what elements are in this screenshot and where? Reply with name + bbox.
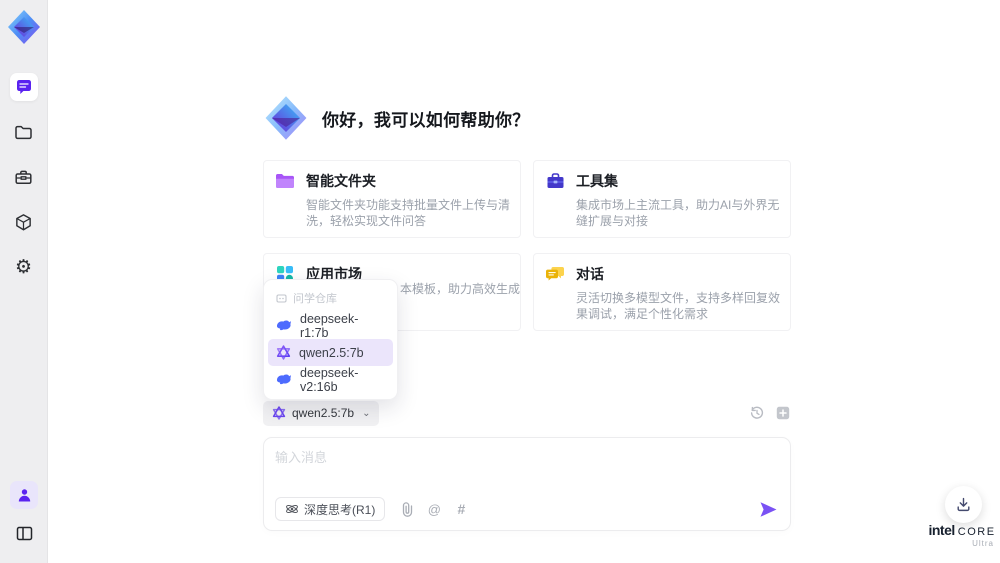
greeting-logo-icon [265,96,307,140]
card-desc: 集成市场上主流工具，助力AI与外界无缝扩展与对接 [576,198,780,228]
sidebar-item-models[interactable] [10,208,38,236]
panel-toggle-icon [16,526,32,540]
chat-input-box: 深度思考(R1) @ # [263,437,791,531]
qwen-icon [276,345,291,360]
app-window: { "sidebar": { "items": [ { "icon": "cha… [0,0,1000,563]
toolset-icon [544,170,566,192]
at-icon[interactable]: @ [426,501,442,517]
deep-think-icon [286,504,298,514]
card-desc: 灵活切换多模型文件，支持多样回复效果调试，满足个性化需求 [576,291,781,321]
chat-icon [16,80,31,94]
chevron-down-icon: ⌄ [362,407,371,419]
model-dropdown-header-label: 问学仓库 [293,293,337,305]
greeting-title: 你好，我可以如何帮助你？ [322,110,530,130]
cube-icon [16,213,31,230]
model-dropdown-header: 问学仓库 [268,286,393,312]
new-chat-icon[interactable] [774,405,791,422]
download-button[interactable] [945,486,982,523]
user-icon [18,488,30,501]
intel-core-badge: intel CORE Ultra [928,522,996,548]
sidebar-item-toolbox[interactable] [10,163,38,191]
card-title: 智能文件夹 [306,173,376,189]
main-content: 你好，我可以如何帮助你？ 智能文件夹 智能文件夹功能支持批量文件上传与清洗，轻松… [263,0,791,563]
model-option-deepseek-r1[interactable]: deepseek-r1:7b [268,311,393,340]
card-smart-folder[interactable]: 智能文件夹 智能文件夹功能支持批量文件上传与清洗，轻松实现文件问答 [263,160,521,238]
download-icon [957,497,970,512]
folder-icon [15,125,32,139]
sidebar: ⚙ [0,0,48,563]
settings-gear-icon: ⚙ [14,255,33,278]
deep-think-label: 深度思考(R1) [304,502,376,517]
deep-think-toggle[interactable]: 深度思考(R1) [275,497,386,521]
repo-icon [276,293,287,303]
sidebar-nav: ⚙ [9,73,38,281]
card-title: 工具集 [576,173,618,189]
card-desc: 智能文件夹功能支持批量文件上传与清洗，轻松实现文件问答 [306,198,511,228]
card-toolset[interactable]: 工具集 集成市场上主流工具，助力AI与外界无缝扩展与对接 [533,160,791,238]
model-selector-button[interactable]: qwen2.5:7b ⌄ [263,400,380,426]
dialog-icon [544,263,566,285]
card-dialog[interactable]: 对话 灵活切换多模型文件，支持多样回复效果调试，满足个性化需求 [533,253,791,331]
deepseek-whale-icon [276,320,291,331]
model-option-qwen[interactable]: qwen2.5:7b [268,339,393,366]
sidebar-item-chat[interactable] [9,73,38,101]
sidebar-bottom [0,481,48,547]
model-option-label: qwen2.5:7b [299,345,364,360]
sidebar-item-settings[interactable]: ⚙ [10,253,38,281]
toolbox-icon [15,170,32,184]
qwen-icon [272,406,286,420]
card-title: 对话 [576,266,604,282]
smart-folder-icon [274,170,296,192]
attachment-icon[interactable] [399,501,415,517]
intel-logo-text: intel [928,522,955,538]
model-option-label: deepseek-v2:16b [300,365,359,394]
sidebar-item-collapse[interactable] [10,519,38,547]
deepseek-whale-icon [276,374,291,385]
card-desc-visible-fragment: 本模板，助力高效生成多 [400,282,521,296]
intel-tier-text: Ultra [972,539,994,548]
sidebar-item-folders[interactable] [10,118,38,146]
greeting: 你好，我可以如何帮助你？ [263,95,530,141]
hash-icon[interactable]: # [453,501,469,517]
conversation-toolbar: qwen2.5:7b ⌄ [263,400,791,426]
send-icon[interactable] [757,498,779,520]
message-input[interactable] [275,447,779,493]
model-option-label: deepseek-r1:7b [300,311,359,340]
model-option-deepseek-v2[interactable]: deepseek-v2:16b [268,365,393,394]
sidebar-item-account[interactable] [10,481,38,509]
core-logo-text: CORE [957,526,996,538]
model-selector-label: qwen2.5:7b [292,406,355,420]
model-dropdown: 问学仓库 deepseek-r1:7b qwen2.5:7b deepseek-… [263,279,398,400]
history-icon[interactable] [748,405,765,422]
app-logo-icon [7,10,40,44]
